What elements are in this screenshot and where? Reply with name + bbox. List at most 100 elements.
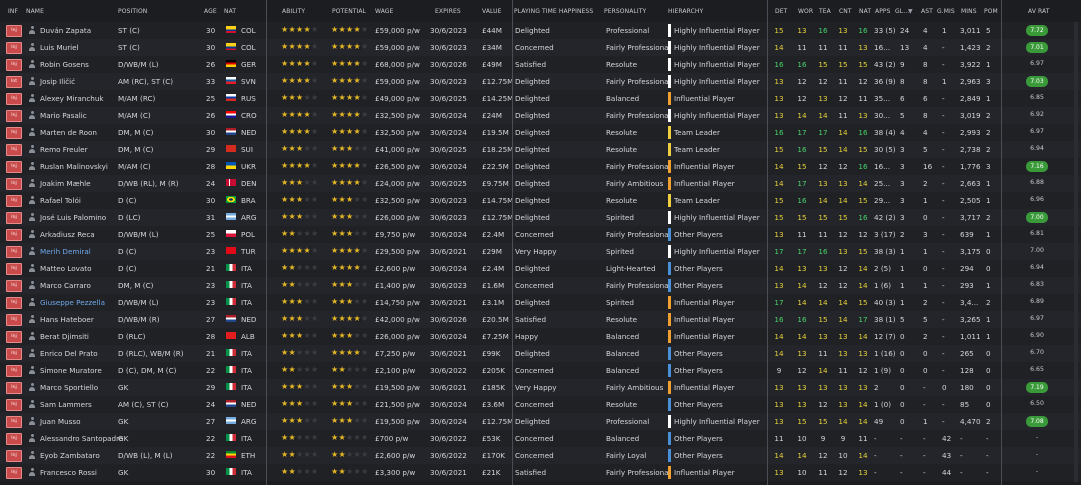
header-mins[interactable]: MINS	[961, 8, 977, 15]
injury-badge[interactable]: Inj	[6, 25, 22, 37]
header-inf[interactable]: INF	[8, 8, 18, 15]
player-name[interactable]: Mario Pasalic	[40, 111, 87, 120]
player-name[interactable]: Berat Djimsiti	[40, 332, 89, 341]
header-age[interactable]: AGE	[204, 8, 217, 15]
header-det[interactable]: DET	[775, 8, 787, 15]
injury-badge[interactable]: Inj	[6, 161, 22, 173]
header-nat[interactable]: NAT	[224, 8, 236, 15]
injury-badge[interactable]: Inj	[6, 144, 22, 156]
player-name[interactable]: Marco Carraro	[40, 281, 91, 290]
table-row[interactable]: Inj Merih Demiral D (C) 23 TUR ★ ★ ★ ★ ★ ★ ★ ★ ★ ★ £29,…	[0, 243, 1081, 260]
table-row[interactable]: Inj Eyob Zambataro D/WB (L), M (L) 22 ETH ★ ★ ★…	[0, 447, 1081, 464]
player-name[interactable]: Arkadiusz Reca	[40, 230, 95, 239]
player-name[interactable]: Rafael Tolói	[40, 196, 81, 205]
header-value[interactable]: VALUE	[482, 8, 502, 15]
player-name[interactable]: Luis Muriel	[40, 43, 79, 52]
injury-badge[interactable]: Inj	[6, 467, 22, 479]
header-expires[interactable]: EXPIRES	[435, 8, 461, 15]
table-row[interactable]: Inj Berat Djimsiti D (RLC) 28 ALB ★ ★ ★ ★ ★ ★ ★ ★ ★ ★ £…	[0, 328, 1081, 345]
table-row[interactable]: Inj Duván Zapata ST (C) 30 COL ★ ★ ★ ★ ★ ★ ★ ★ ★ ★ £59,…	[0, 22, 1081, 39]
player-name[interactable]: Remo Freuler	[40, 145, 88, 154]
table-row[interactable]: Inj Arkadiusz Reca D/WB/M (L) 25 POL ★ ★ ★ ★ ★ ★ ★ ★…	[0, 226, 1081, 243]
player-name[interactable]: Alessandro Santopadre	[40, 434, 123, 443]
injury-badge[interactable]: Inj	[6, 314, 22, 326]
table-row[interactable]: Inj Robin Gosens D/WB/M (L) 26 GER ★ ★ ★ ★ ★ ★ ★ ★ ★ ★…	[0, 56, 1081, 73]
player-name[interactable]: José Luis Palomino	[40, 213, 106, 222]
header-nat-attr[interactable]: NAT	[859, 8, 871, 15]
table-row[interactable]: Inj Remo Freuler DM, M (C) 29 SUI ★ ★ ★ ★ ★ ★ ★ ★ ★ ★ £…	[0, 141, 1081, 158]
table-row[interactable]: Inj Francesco Rossi GK 30 ITA ★ ★ ★ ★ ★ ★ ★ ★ ★ ★ £3,30…	[0, 464, 1081, 481]
header-apps[interactable]: APPS	[875, 8, 891, 15]
injury-badge[interactable]: Inj	[6, 42, 22, 54]
player-name[interactable]: Eyob Zambataro	[40, 451, 100, 460]
injury-badge[interactable]: Inj	[6, 365, 22, 377]
injury-badge[interactable]: Inj	[6, 229, 22, 241]
sort-desc-icon[interactable]: ▼	[908, 8, 913, 15]
header-personality[interactable]: PERSONALITY	[604, 8, 646, 15]
player-name[interactable]: Robin Gosens	[40, 60, 89, 69]
injury-badge[interactable]: Inj	[6, 195, 22, 207]
player-name[interactable]: Enrico Del Prato	[40, 349, 98, 358]
injury-badge[interactable]: Inj	[6, 297, 22, 309]
player-name[interactable]: Juan Musso	[40, 417, 81, 426]
injury-badge[interactable]: Inj	[6, 212, 22, 224]
header-ability[interactable]: ABILITY	[282, 8, 305, 15]
table-row[interactable]: Inj Marco Sportiello GK 29 ITA ★ ★ ★ ★ ★ ★ ★ ★ ★ ★ £19,…	[0, 379, 1081, 396]
injury-badge[interactable]: Inj	[6, 433, 22, 445]
player-name[interactable]: Giuseppe Pezzella	[40, 298, 105, 307]
player-name[interactable]: Sam Lammers	[40, 400, 92, 409]
player-name[interactable]: Merih Demiral	[40, 247, 91, 256]
table-row[interactable]: Inj José Luis Palomino D (LC) 31 ARG ★ ★ ★ ★ ★ ★ ★ ★…	[0, 209, 1081, 226]
header-name[interactable]: NAME	[26, 8, 44, 15]
table-row[interactable]: Inj Alexey Miranchuk M/AM (RC) 25 RUS ★ ★ ★ ★ ★ ★ ★…	[0, 90, 1081, 107]
table-row[interactable]: Inj Matteo Lovato D (C) 21 ITA ★ ★ ★ ★ ★ ★ ★ ★ ★ ★ £2,6…	[0, 260, 1081, 277]
table-row[interactable]: Inj Joakim Mæhle D/WB (RL), M (R) 24 DEN ★ ★ ★ ★…	[0, 175, 1081, 192]
injury-badge[interactable]: Inj	[6, 93, 22, 105]
injury-badge[interactable]: Inj	[6, 399, 22, 411]
injury-badge[interactable]: Inj	[6, 382, 22, 394]
table-row[interactable]: Inj Sam Lammers AM (C), ST (C) 24 NED ★ ★ ★ ★ ★ ★ ★…	[0, 396, 1081, 413]
injury-badge[interactable]: Inj	[6, 280, 22, 292]
table-row[interactable]: Int Josip Iličić AM (RC), ST (C) 33 SVN ★ ★ ★ ★ ★…	[0, 73, 1081, 90]
table-row[interactable]: Inj Marten de Roon DM, M (C) 30 NED ★ ★ ★ ★ ★ ★ ★ ★ ★…	[0, 124, 1081, 141]
table-row[interactable]: Inj Simone Muratore D (C), DM, M (C) 22 ITA ★…	[0, 362, 1081, 379]
header-pom[interactable]: POM	[984, 8, 998, 15]
injury-badge[interactable]: Inj	[6, 59, 22, 71]
player-name[interactable]: Ruslan Malinovskyi	[40, 162, 108, 171]
player-name[interactable]: Josip Iličić	[40, 77, 75, 86]
table-row[interactable]: Inj Hans Hateboer D/WB/M (R) 27 NED ★ ★ ★ ★ ★ ★ ★ ★ ★…	[0, 311, 1081, 328]
injury-badge[interactable]: Inj	[6, 178, 22, 190]
player-name[interactable]: Hans Hateboer	[40, 315, 94, 324]
header-cnt[interactable]: CNT	[839, 8, 852, 15]
injury-badge[interactable]: Inj	[6, 110, 22, 122]
player-name[interactable]: Alexey Miranchuk	[40, 94, 104, 103]
header-gmis[interactable]: G.MIS	[937, 8, 955, 15]
table-row[interactable]: Inj Luis Muriel ST (C) 30 COL ★ ★ ★ ★ ★ ★ ★ ★ ★ ★ £59,0…	[0, 39, 1081, 56]
table-row[interactable]: Inj Marco Carraro DM, M (C) 23 ITA ★ ★ ★ ★ ★ ★ ★ ★ ★ ★…	[0, 277, 1081, 294]
injury-badge[interactable]: Int	[6, 76, 22, 88]
player-name[interactable]: Duván Zapata	[40, 26, 91, 35]
header-happiness[interactable]: PLAYING TIME HAPPINESS	[514, 8, 593, 15]
injury-badge[interactable]: Inj	[6, 246, 22, 258]
injury-badge[interactable]: Inj	[6, 331, 22, 343]
player-name[interactable]: Francesco Rossi	[40, 468, 97, 477]
player-name[interactable]: Simone Muratore	[40, 366, 102, 375]
player-name[interactable]: Joakim Mæhle	[40, 179, 91, 188]
header-potential[interactable]: POTENTIAL	[332, 8, 366, 15]
header-tea[interactable]: TEA	[819, 8, 831, 15]
table-row[interactable]: Inj Giuseppe Pezzella D/WB/M (L) 23 ITA ★ ★ ★ ★ ★…	[0, 294, 1081, 311]
table-row[interactable]: Inj Rafael Tolói D (C) 30 BRA ★ ★ ★ ★ ★ ★ ★ ★ ★ ★ £32,5…	[0, 192, 1081, 209]
table-row[interactable]: Inj Alessandro Santopadre GK 22 ITA ★ ★ ★ ★ ★ ★ ★ ★ ★…	[0, 430, 1081, 447]
vertical-scrollbar[interactable]	[1074, 22, 1078, 482]
header-ast[interactable]: AST	[921, 8, 933, 15]
player-name[interactable]: Marco Sportiello	[40, 383, 98, 392]
injury-badge[interactable]: Inj	[6, 348, 22, 360]
player-name[interactable]: Marten de Roon	[40, 128, 97, 137]
header-wor[interactable]: WOR	[798, 8, 813, 15]
injury-badge[interactable]: Inj	[6, 263, 22, 275]
injury-badge[interactable]: Inj	[6, 127, 22, 139]
injury-badge[interactable]: Inj	[6, 416, 22, 428]
header-av-rat[interactable]: AV RAT	[1028, 8, 1050, 15]
player-name[interactable]: Matteo Lovato	[40, 264, 92, 273]
injury-badge[interactable]: Inj	[6, 450, 22, 462]
